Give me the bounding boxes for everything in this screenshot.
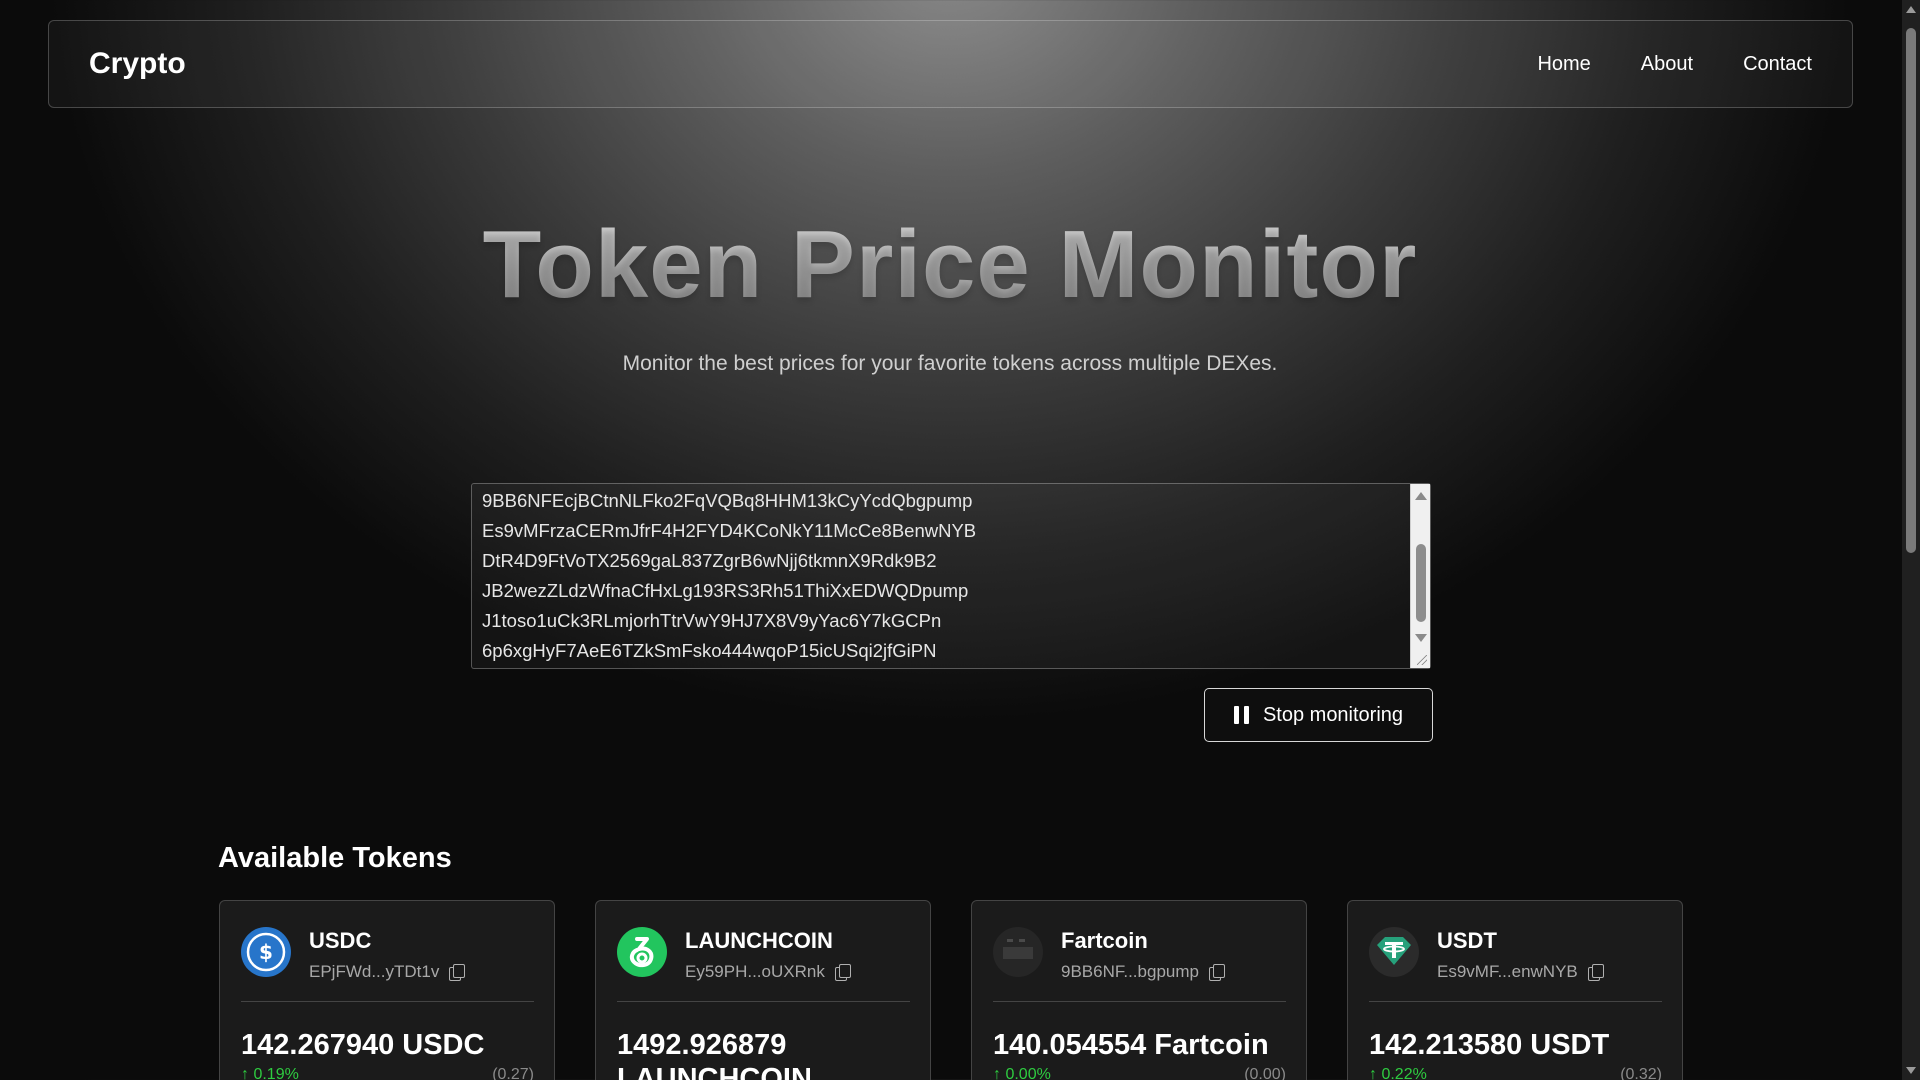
launchcoin-icon [617,927,667,977]
price-change-percent: ↑ 0.00% [993,1066,1051,1080]
scroll-up-arrow-icon[interactable] [1906,6,1916,13]
token-address-list: 9BB6NFEcjBCtnNLFko2FqVQBq8HHM13kCyYcdQbg… [472,484,1430,666]
token-card[interactable]: USDT Es9vMF...enwNYB 142.213580 USDT ↑ 0… [1347,900,1683,1080]
token-card-header: $ USDC EPjFWd...yTDt1v [241,927,534,982]
page-scrollbar-thumb[interactable] [1906,28,1916,553]
token-card-header: LAUNCHCOIN Ey59PH...oUXRnk [617,927,910,982]
token-card-header: USDT Es9vMF...enwNYB [1369,927,1662,982]
token-name: USDC [309,928,372,953]
token-price: 142.213580 USDT [1369,1029,1610,1061]
token-address-line: JB2wezZLdzWfnaCfHxLg193RS3Rh51ThiXxEDWQD… [482,580,969,601]
token-address-line: Es9vMFrzaCERmJfrF4H2FYD4KCoNkY11McCe8Ben… [482,520,977,541]
scrollbar-thumb[interactable] [1416,544,1426,622]
scroll-down-arrow-icon[interactable] [1415,634,1427,642]
token-price: 140.054554 Fartcoin [993,1029,1269,1061]
available-tokens-heading: Available Tokens [218,842,452,874]
navbar: Crypto Home About Contact [48,20,1853,108]
nav-links: Home About Contact [1537,53,1812,76]
token-info: LAUNCHCOIN Ey59PH...oUXRnk [685,927,851,982]
card-divider [1369,1001,1662,1002]
nav-about-link[interactable]: About [1641,53,1693,76]
scroll-up-arrow-icon[interactable] [1415,492,1427,500]
token-address-row: Ey59PH...oUXRnk [685,962,851,982]
nav-home-link[interactable]: Home [1537,53,1590,76]
token-name: USDT [1437,928,1497,953]
token-address-line: J1toso1uCk3RLmjorhTtrVwY9HJ7X8V9yYac6Y7k… [482,610,942,631]
nav-contact-link[interactable]: Contact [1743,53,1812,76]
token-name: Fartcoin [1061,928,1148,953]
card-divider [241,1001,534,1002]
copy-icon[interactable] [449,964,466,981]
card-divider [617,1001,910,1002]
copy-icon[interactable] [1587,964,1604,981]
usdc-icon: $ [241,927,291,977]
price-change-delta: (0.27) [492,1066,534,1080]
token-address-textarea[interactable]: 9BB6NFEcjBCtnNLFko2FqVQBq8HHM13kCyYcdQbg… [471,483,1431,669]
token-card[interactable]: $ USDC EPjFWd...yTDt1v 142.267940 USDC ↑… [219,900,555,1080]
page-title: Token Price Monitor [0,210,1900,320]
token-address: 9BB6NF...bgpump [1061,962,1199,981]
copy-icon[interactable] [834,964,851,981]
token-info: USDC EPjFWd...yTDt1v [309,927,466,982]
price-change-delta: (0.32) [1620,1066,1662,1080]
fartcoin-icon [993,927,1043,977]
textarea-scrollbar[interactable] [1410,484,1430,668]
token-address-row: EPjFWd...yTDt1v [309,962,466,982]
token-card-list: $ USDC EPjFWd...yTDt1v 142.267940 USDC ↑… [219,900,1683,1080]
copy-icon[interactable] [1208,964,1225,981]
token-price: 1492.926879 LAUNCHCOIN [617,1029,812,1080]
token-info: Fartcoin 9BB6NF...bgpump [1061,927,1225,982]
token-address: Ey59PH...oUXRnk [685,962,825,981]
price-change-percent: ↑ 0.19% [241,1066,299,1080]
stop-monitoring-label: Stop monitoring [1262,703,1404,726]
price-change-percent: ↑ 0.22% [1369,1066,1427,1080]
stop-monitoring-button[interactable]: Stop monitoring [1204,688,1433,742]
token-address-line: 6p6xgHyF7AeE6TZkSmFsko444wqoP15icUSqi2jf… [482,640,937,661]
resize-handle-icon[interactable] [1417,655,1427,665]
pause-icon [1233,706,1249,724]
price-change-delta: (0.00) [1244,1066,1286,1080]
usdt-icon [1369,927,1419,977]
token-card[interactable]: Fartcoin 9BB6NF...bgpump 140.054554 Fart… [971,900,1307,1080]
page-scrollbar[interactable] [1902,0,1920,1080]
token-info: USDT Es9vMF...enwNYB [1437,927,1604,982]
token-card[interactable]: LAUNCHCOIN Ey59PH...oUXRnk 1492.926879 L… [595,900,931,1080]
price-change-row: ↑ 0.22% (0.32) [1369,1066,1662,1080]
token-address: EPjFWd...yTDt1v [309,962,440,981]
page-subtitle: Monitor the best prices for your favorit… [622,352,1278,375]
token-address: Es9vMF...enwNYB [1437,962,1578,981]
brand-logo[interactable]: Crypto [89,47,186,81]
token-card-header: Fartcoin 9BB6NF...bgpump [993,927,1286,982]
card-divider [993,1001,1286,1002]
token-address-row: 9BB6NF...bgpump [1061,962,1225,982]
price-change-row: ↑ 0.19% (0.27) [241,1066,534,1080]
token-price: 142.267940 USDC [241,1029,485,1061]
token-address-line: DtR4D9FtVoTX2569gaL837ZgrB6wNjj6tkmnX9Rd… [482,550,937,571]
price-change-row: ↑ 0.00% (0.00) [993,1066,1286,1080]
scroll-down-arrow-icon[interactable] [1906,1067,1916,1074]
token-name: LAUNCHCOIN [685,928,833,953]
token-address-line: 9BB6NFEcjBCtnNLFko2FqVQBq8HHM13kCyYcdQbg… [482,490,973,511]
token-address-row: Es9vMF...enwNYB [1437,962,1604,982]
svg-text:$: $ [259,940,273,964]
